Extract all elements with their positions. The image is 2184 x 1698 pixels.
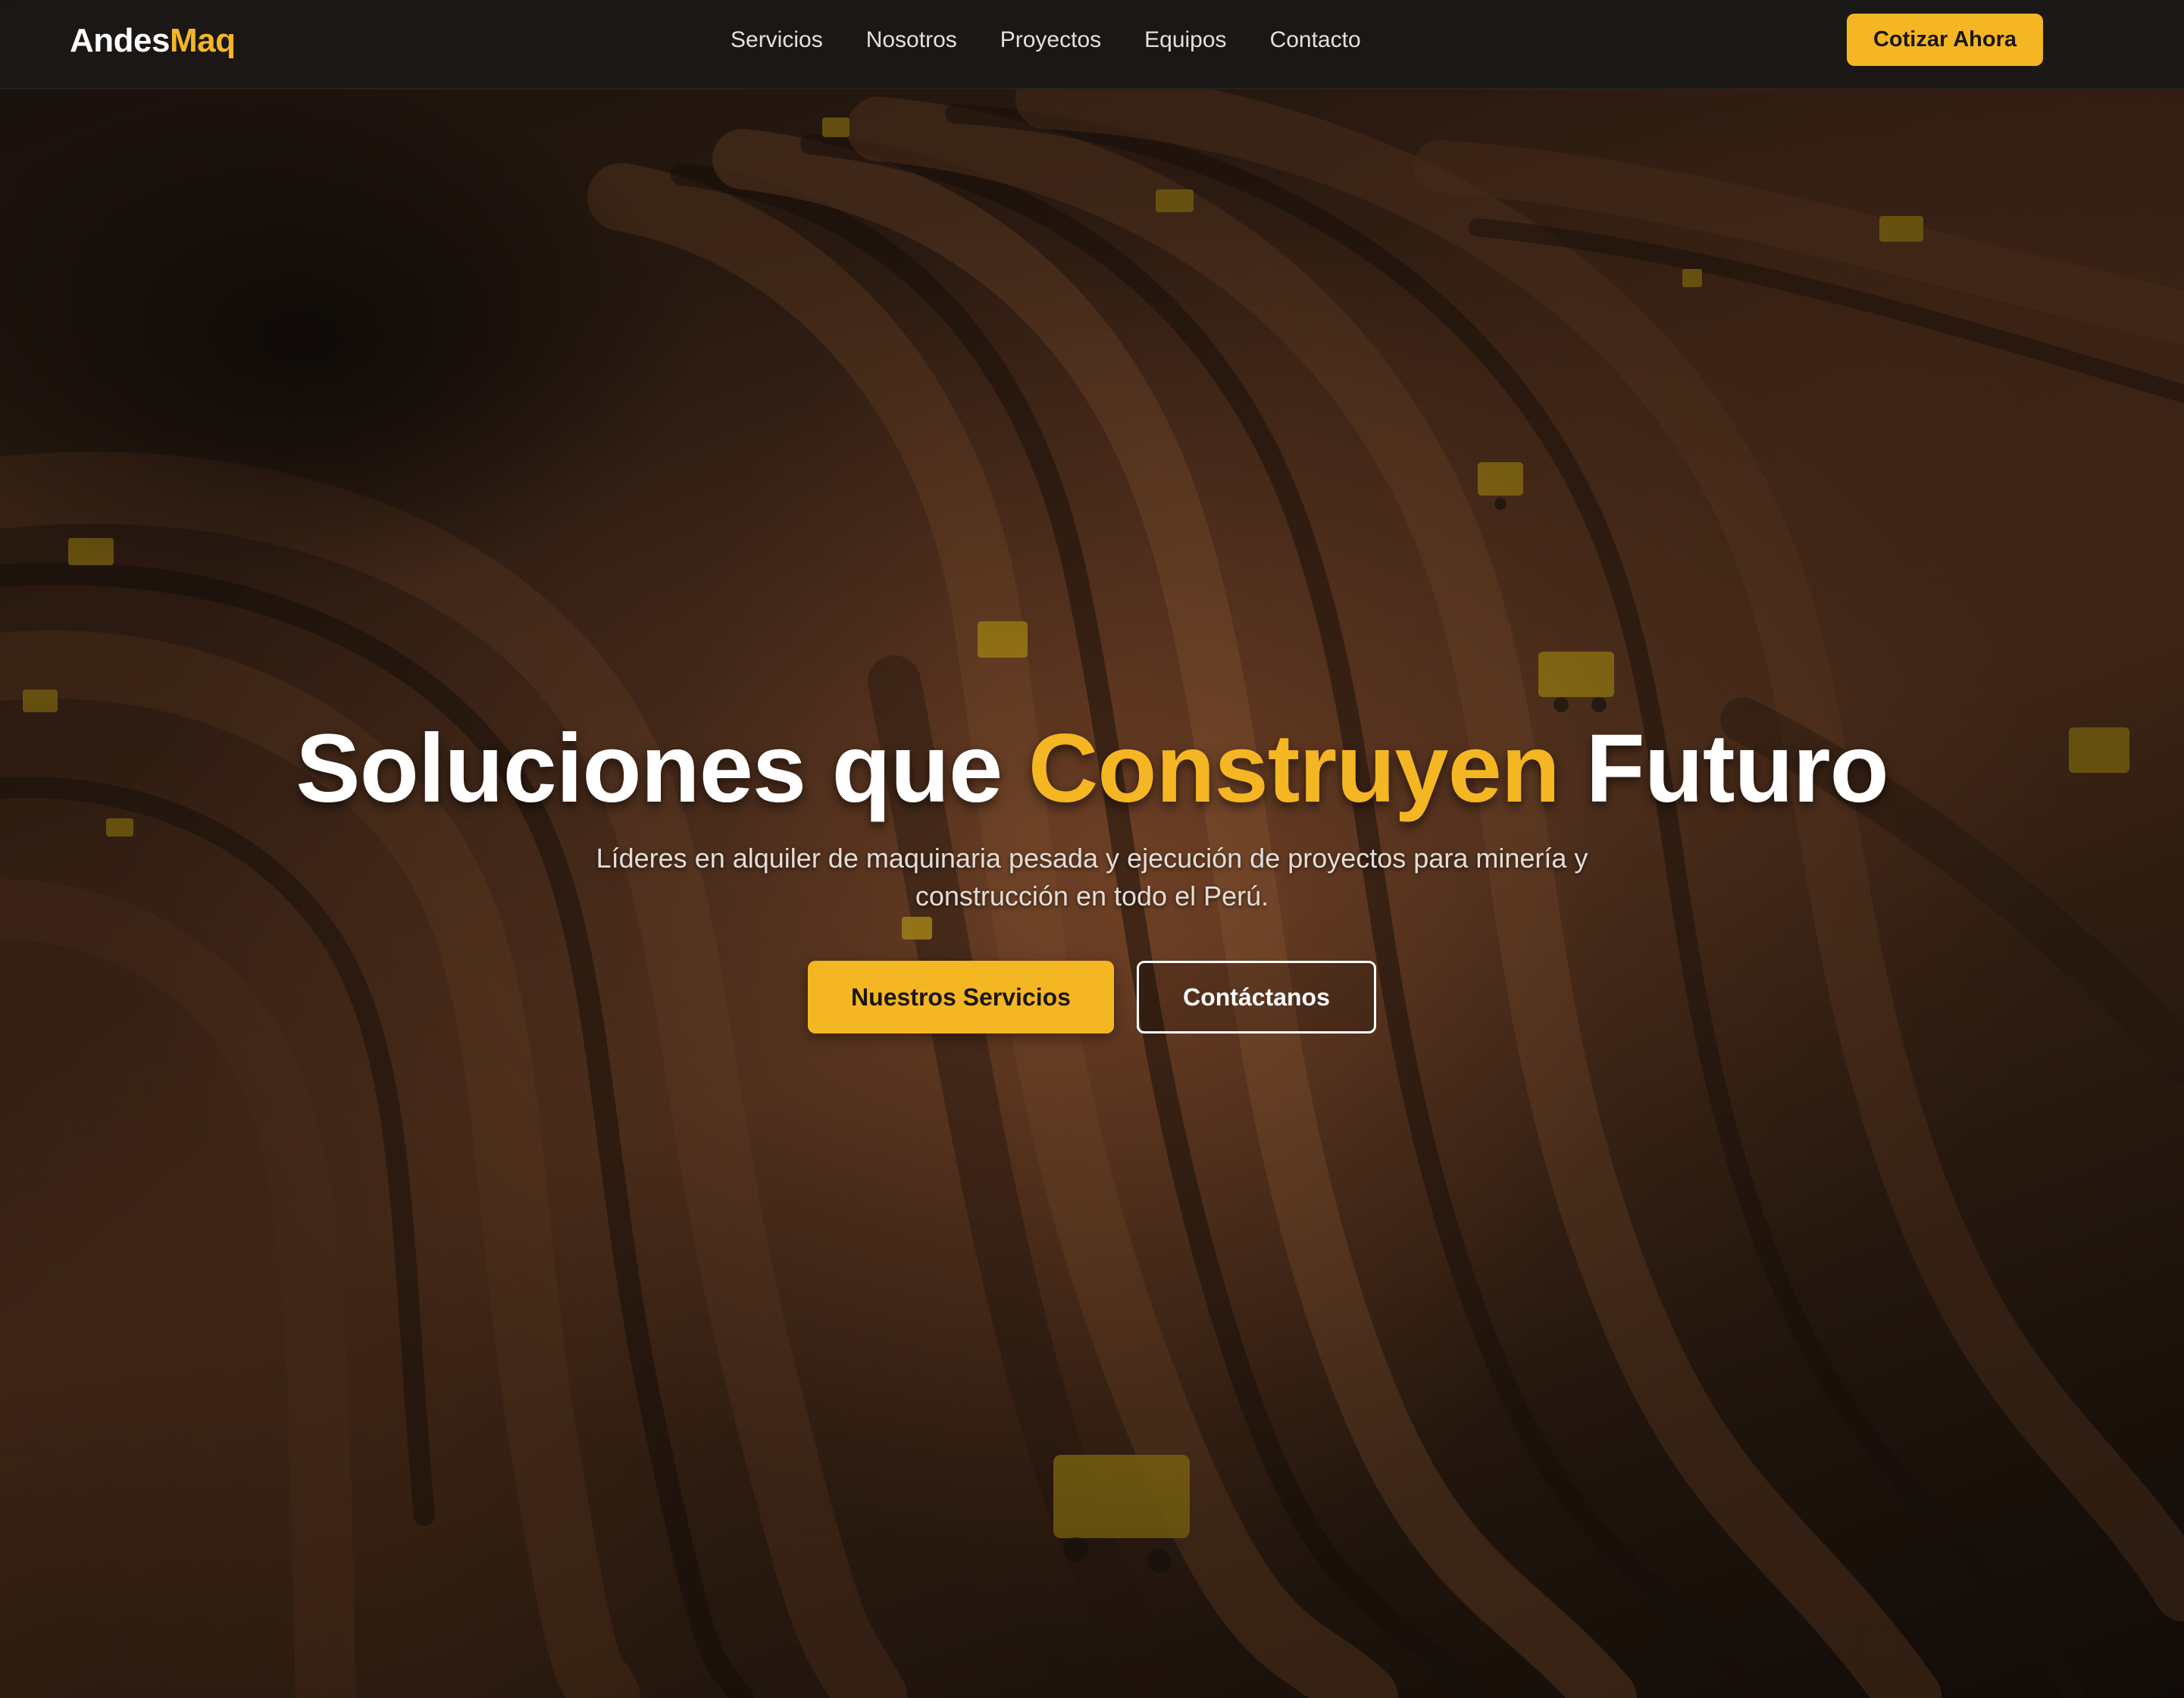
- brand-logo-part1: Andes: [70, 22, 170, 59]
- page: AndesMaq Servicios Nosotros Proyectos Eq…: [0, 0, 2184, 1698]
- quote-now-button[interactable]: Cotizar Ahora: [1847, 14, 2043, 66]
- nav-link-contacto[interactable]: Contacto: [1270, 24, 1361, 56]
- hero-title-part2: Futuro: [1559, 715, 1889, 823]
- brand-logo[interactable]: AndesMaq: [70, 21, 236, 61]
- nav-link-equipos[interactable]: Equipos: [1144, 24, 1226, 56]
- our-services-button[interactable]: Nuestros Servicios: [808, 961, 1114, 1033]
- hero-section: Soluciones que Construyen Futuro Líderes…: [0, 712, 2184, 1033]
- hero-buttons: Nuestros Servicios Contáctanos: [0, 961, 2184, 1033]
- hero-title: Soluciones que Construyen Futuro: [0, 712, 2184, 826]
- brand-logo-part2: Maq: [169, 22, 236, 59]
- nav-link-nosotros[interactable]: Nosotros: [866, 24, 957, 56]
- hero-subtitle: Líderes en alquiler de maquinaria pesada…: [596, 843, 1588, 912]
- hero-title-part1: Soluciones que: [296, 715, 1028, 823]
- contact-us-button[interactable]: Contáctanos: [1137, 961, 1376, 1033]
- nav-link-servicios[interactable]: Servicios: [731, 24, 823, 56]
- nav-links: Servicios Nosotros Proyectos Equipos Con…: [731, 24, 1361, 56]
- hero-title-accent: Construyen: [1028, 715, 1560, 823]
- navbar: AndesMaq Servicios Nosotros Proyectos Eq…: [0, 0, 2184, 89]
- nav-link-proyectos[interactable]: Proyectos: [1000, 24, 1101, 56]
